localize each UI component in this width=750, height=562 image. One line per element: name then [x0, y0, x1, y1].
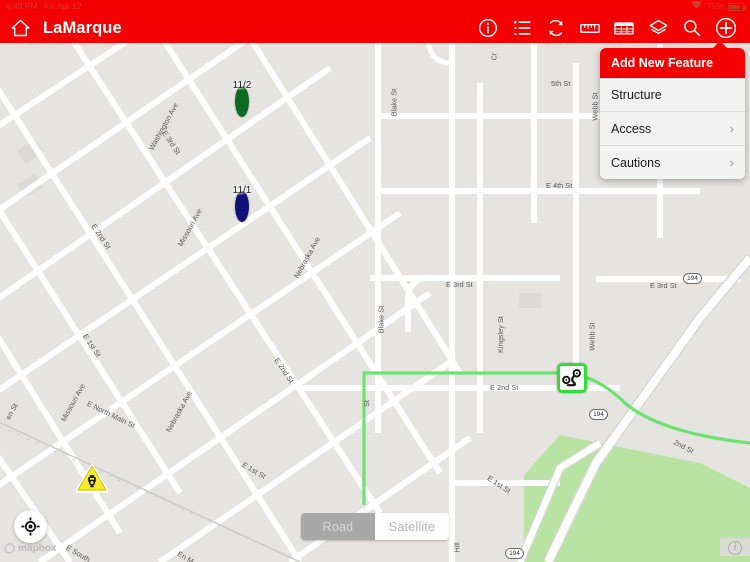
search-icon[interactable]	[681, 17, 703, 39]
page-title: LaMarque	[43, 18, 122, 37]
table-icon[interactable]	[613, 17, 635, 39]
popover-title: Add New Feature	[600, 48, 745, 78]
status-date: Fri Apr 12	[44, 1, 82, 11]
layers-icon[interactable]	[647, 17, 669, 39]
basemap-switcher[interactable]: Road Satellite	[301, 513, 449, 540]
basemap-option-road[interactable]: Road	[301, 513, 375, 540]
chevron-right-icon-access: ›	[729, 121, 734, 136]
navigation-bar: LaMarque	[0, 13, 750, 43]
mapbox-attribution-label: mapbox	[18, 543, 57, 554]
popover-item-access[interactable]: Access ›	[600, 111, 745, 145]
battery-icon	[728, 2, 746, 11]
map-info-icon[interactable]: i	[728, 541, 742, 555]
popover-item-structure[interactable]: Structure	[600, 78, 745, 111]
basemap-option-satellite[interactable]: Satellite	[375, 513, 449, 540]
sync-icon[interactable]	[545, 17, 567, 39]
structure-marker-11-2[interactable]: 11/2	[233, 80, 251, 117]
locate-crosshair-icon	[21, 517, 40, 536]
wifi-icon	[690, 0, 703, 13]
access-route-marker[interactable]	[557, 363, 587, 393]
locate-button[interactable]	[14, 510, 47, 543]
mapbox-attribution[interactable]: mapbox	[4, 543, 56, 554]
toolbar	[477, 17, 750, 39]
route-square-icon	[557, 363, 587, 393]
home-icon[interactable]	[10, 18, 31, 38]
mapbox-logo-icon	[4, 543, 15, 554]
info-icon[interactable]	[477, 17, 499, 39]
marker-label-11-2: 11/2	[232, 80, 252, 91]
popover-item-access-label: Access	[611, 121, 652, 136]
status-bar: 6:48 PM Fri Apr 12 75%	[0, 0, 750, 13]
battery-percent: 75%	[706, 1, 724, 11]
marker-label-11-1: 11/1	[232, 185, 252, 196]
add-icon[interactable]	[715, 17, 737, 39]
popover-item-structure-label: Structure	[611, 88, 662, 102]
popover-arrow	[712, 41, 728, 49]
add-new-feature-popover: Add New Feature Structure Access › Cauti…	[600, 48, 745, 179]
popover-item-cautions-label: Cautions	[611, 155, 661, 170]
measure-icon[interactable]	[579, 17, 601, 39]
caution-marker-hydrant[interactable]	[75, 463, 109, 493]
app-root: 6:48 PM Fri Apr 12 75% LaMarque Washingt…	[0, 0, 750, 562]
structure-marker-11-1[interactable]: 11/1	[233, 185, 251, 222]
popover-item-cautions[interactable]: Cautions ›	[600, 145, 745, 179]
access-path-icon	[561, 368, 581, 386]
warning-triangle-icon	[75, 463, 109, 493]
legend-icon[interactable]	[511, 17, 533, 39]
chevron-right-icon-cautions: ›	[729, 155, 734, 170]
status-time: 6:48 PM	[6, 1, 38, 11]
